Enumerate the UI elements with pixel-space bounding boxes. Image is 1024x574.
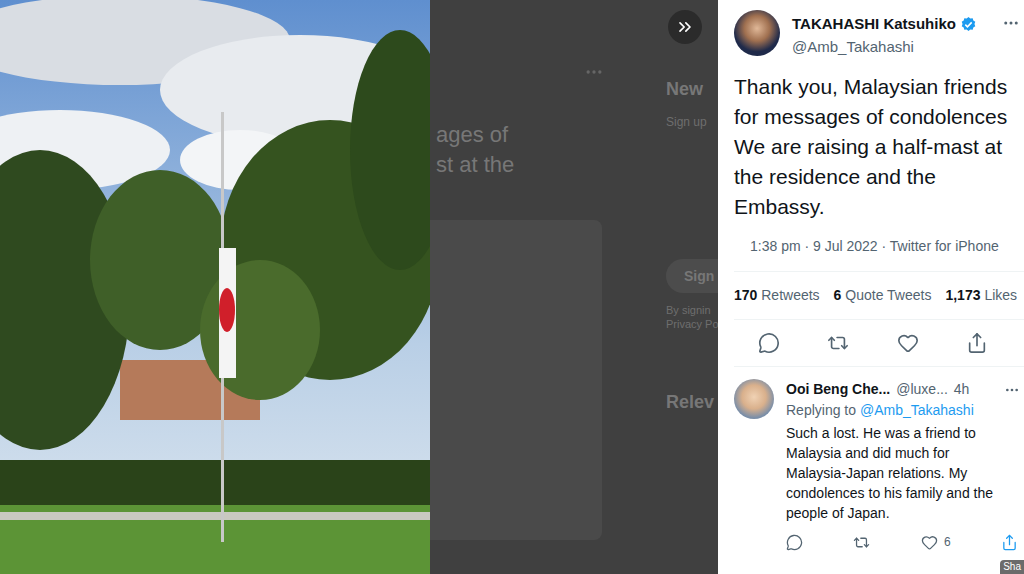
tweet-text: Thank you, Malaysian friendsfor messages… [718,58,1024,222]
like-icon[interactable] [897,332,919,354]
author-handle[interactable]: @Amb_Takahashi [792,36,1002,59]
reply-actions: 6 [786,533,1020,551]
tweet-header: TAKAHASHI Katsuhiko@Amb_Takahashi [718,0,1024,58]
dimmed-text: st at the [436,152,660,178]
collapse-button[interactable] [668,10,702,44]
tweet-actions [734,320,1024,367]
reply-avatar[interactable] [734,379,774,419]
reply-icon[interactable] [786,534,803,551]
dimmed-main: ages of st at the [430,0,660,574]
flag-photo [0,0,430,574]
retweet-icon[interactable] [827,332,849,354]
reply-time[interactable]: 4h [954,379,970,400]
like-count: 6 [944,533,951,551]
share-icon[interactable] [966,332,988,354]
media-area: ages of st at theNewSign upSignBy signinP… [0,0,718,574]
like-icon[interactable] [921,534,938,551]
share-icon[interactable] [1001,534,1018,551]
stat[interactable]: 6 Quote Tweets [834,285,932,306]
dimmed-card [430,220,602,540]
replying-to: Replying to @Amb_Takahashi [786,400,1020,421]
reply-author[interactable]: Ooi Beng Che... [786,379,890,400]
tweet-timestamp[interactable]: 1:38 pm · 9 Jul 2022 · Twitter for iPhon… [734,222,1024,272]
dimmed-text: ages of [436,122,660,148]
author-name[interactable]: TAKAHASHI Katsuhiko [792,13,956,36]
twitter-photo-view: ages of st at theNewSign upSignBy signinP… [0,0,1024,574]
dimmed-page: ages of st at theNewSign upSignBy signinP… [430,0,718,574]
retweet-icon[interactable] [853,534,870,551]
tooltip: Sha [1000,560,1024,574]
author-avatar[interactable] [734,10,780,56]
dimmed-sidebar: NewSign upSignBy signinPrivacy PoRelev [660,0,718,574]
more-icon[interactable] [1004,382,1020,398]
more-icon [584,62,604,82]
verified-icon [960,16,977,33]
reply-icon[interactable] [758,332,780,354]
reply-text: Such a lost. He was a friend to Malaysia… [786,423,1012,523]
reply[interactable]: Ooi Beng Che... @luxe... 4hReplying to @Am… [718,367,1024,551]
reply-handle[interactable]: @luxe... [896,379,948,400]
tweet-panel: TAKAHASHI Katsuhiko@Amb_TakahashiThank y… [718,0,1024,574]
photo [0,0,430,574]
more-icon[interactable] [1002,14,1020,32]
stat[interactable]: 1,173 Likes [945,285,1017,306]
stat[interactable]: 170 Retweets [734,285,820,306]
chevrons-right-icon [675,17,695,37]
tweet-stats: 170 Retweets 6 Quote Tweets 1,173 Likes [734,272,1024,320]
